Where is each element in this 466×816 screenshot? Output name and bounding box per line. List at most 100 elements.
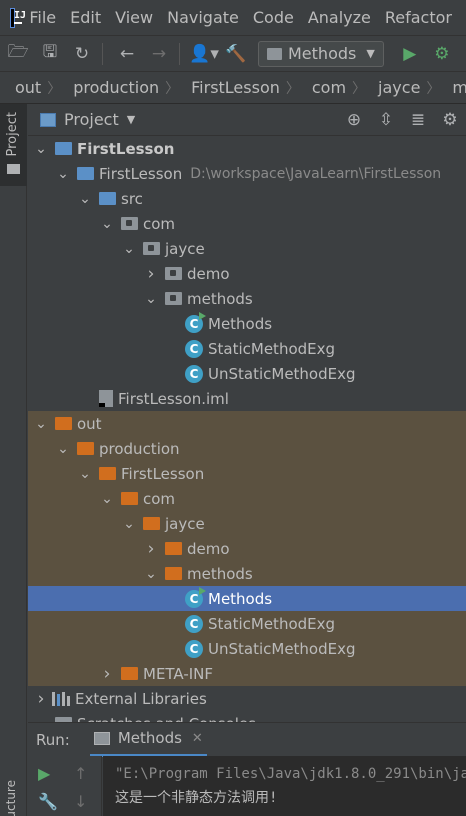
gear-icon[interactable]: ⚙ [434, 110, 466, 130]
class-main-icon: C [185, 586, 206, 608]
tree-item-label: Scratches and Consoles [77, 715, 256, 723]
tree-item[interactable]: › META-INF [28, 661, 466, 686]
tree-item-label: production [99, 439, 180, 458]
excluded-folder-icon [77, 442, 94, 455]
chevron-down-icon[interactable]: ⌄ [34, 141, 48, 157]
run-panel-actions: ▶ ↑ 🔧 ↓ [28, 756, 102, 816]
tree-item[interactable]: › demo [28, 536, 466, 561]
module-folder-icon [55, 142, 72, 155]
wrench-icon[interactable]: 🔧 [38, 792, 58, 811]
locate-target-icon[interactable]: ⊕ [338, 110, 370, 130]
console-icon [93, 731, 110, 745]
chevron-down-icon[interactable]: ⌄ [144, 566, 158, 582]
save-icon[interactable]: 🖫 [36, 40, 64, 68]
project-tool-tab[interactable]: Project [0, 104, 27, 186]
tree-item[interactable]: ⌄ FirstLesson [28, 461, 466, 486]
tree-item-label: Methods [208, 589, 273, 608]
tree-item[interactable]: ⌄ production [28, 436, 466, 461]
tree-item[interactable]: ⌄ FirstLesson [28, 136, 466, 161]
class-icon: C [185, 639, 203, 658]
tree-item[interactable]: C StaticMethodExg [28, 611, 466, 636]
excluded-folder-icon [55, 417, 72, 430]
structure-tool-tab[interactable]: ucture [4, 780, 18, 816]
tree-item[interactable]: ⌄ com [28, 486, 466, 511]
breadcrumb-com[interactable]: com [312, 78, 346, 97]
tree-item[interactable]: ⌄ com [28, 211, 466, 236]
breadcrumb-out[interactable]: out [15, 78, 41, 97]
chevron-down-icon[interactable]: ⌄ [122, 516, 136, 532]
chevron-right-icon: 〉 [47, 80, 62, 97]
tree-item-label: demo [187, 264, 230, 283]
tree-item[interactable]: Scratches and Consoles [28, 711, 466, 722]
build-hammer-icon[interactable]: 🔨 [222, 40, 250, 68]
chevron-down-icon[interactable]: ⌄ [122, 241, 136, 257]
package-folder-icon [143, 242, 160, 255]
breadcrumb-jayce[interactable]: jayce [378, 78, 420, 97]
debug-icon[interactable]: ⚙ [428, 40, 456, 68]
menu-analyze[interactable]: Analyze [308, 8, 371, 27]
tree-item[interactable]: C Methods [28, 311, 466, 336]
chevron-down-icon[interactable]: ▼ [127, 113, 135, 126]
class-main-icon: C [185, 311, 206, 333]
close-icon[interactable]: ✕ [192, 731, 203, 746]
forward-arrow-icon[interactable]: → [145, 40, 173, 68]
tree-item-path: D:\workspace\JavaLearn\FirstLesson [190, 165, 442, 182]
expand-all-icon[interactable]: ⇳ [370, 110, 402, 130]
menu-file[interactable]: File [29, 8, 56, 27]
menu-view[interactable]: View [115, 8, 153, 27]
tree-item[interactable]: C UnStaticMethodExg [28, 361, 466, 386]
run-config-dropdown[interactable]: Methods ▼ [258, 40, 384, 67]
tree-item-label: UnStaticMethodExg [208, 364, 356, 383]
chevron-right-icon[interactable]: › [144, 539, 158, 559]
chevron-down-icon[interactable]: ⌄ [78, 466, 92, 482]
menu-code[interactable]: Code [253, 8, 294, 27]
breadcrumb-firstlesson[interactable]: FirstLesson [191, 78, 280, 97]
tree-item[interactable]: C StaticMethodExg [28, 336, 466, 361]
scroll-down-icon[interactable]: ↓ [74, 792, 87, 811]
folder-icon [7, 164, 20, 174]
chevron-down-icon[interactable]: ⌄ [34, 416, 48, 432]
tree-item[interactable]: FirstLesson.iml [28, 386, 466, 411]
menu-navigate[interactable]: Navigate [167, 8, 239, 27]
chevron-right-icon: 〉 [165, 80, 180, 97]
menu-refactor[interactable]: Refactor [385, 8, 452, 27]
chevron-right-icon[interactable]: › [34, 689, 48, 709]
chevron-down-icon[interactable]: ⌄ [78, 191, 92, 207]
open-folder-icon[interactable]: 🗁 [4, 40, 32, 68]
tree-item[interactable]: › External Libraries [28, 686, 466, 711]
menu-edit[interactable]: Edit [70, 8, 101, 27]
run-tab-methods[interactable]: Methods ✕ [89, 723, 207, 757]
tree-item[interactable]: › demo [28, 261, 466, 286]
tree-item[interactable]: C Methods [28, 586, 466, 611]
tree-item[interactable]: ⌄ src [28, 186, 466, 211]
breadcrumb-methods[interactable]: methods [452, 78, 466, 97]
back-arrow-icon[interactable]: ← [113, 40, 141, 68]
chevron-down-icon[interactable]: ⌄ [56, 166, 70, 182]
user-dropdown-icon[interactable]: 👤▾ [189, 40, 219, 68]
collapse-all-icon[interactable]: ≣ [402, 110, 434, 130]
tree-item-label: External Libraries [75, 689, 207, 708]
tree-item[interactable]: C UnStaticMethodExg [28, 636, 466, 661]
chevron-down-icon[interactable]: ⌄ [56, 441, 70, 457]
breadcrumb-production[interactable]: production [73, 78, 159, 97]
tree-item-label: src [121, 189, 143, 208]
chevron-right-icon[interactable]: › [144, 264, 158, 284]
tree-item[interactable]: ⌄ methods [28, 286, 466, 311]
project-panel-title[interactable]: Project [64, 110, 119, 129]
chevron-right-icon[interactable]: › [100, 664, 114, 684]
tree-item[interactable]: ⌄ out [28, 411, 466, 436]
scroll-up-icon[interactable]: ↑ [74, 764, 87, 783]
tree-item[interactable]: ⌄ FirstLesson D:\workspace\JavaLearn\First… [28, 161, 466, 186]
excluded-folder-icon [121, 492, 138, 505]
chevron-down-icon[interactable]: ⌄ [100, 491, 114, 507]
tree-item[interactable]: ⌄ jayce [28, 511, 466, 536]
chevron-down-icon[interactable]: ⌄ [100, 216, 114, 232]
run-icon[interactable]: ▶ [396, 40, 424, 68]
sync-icon[interactable]: ↻ [68, 40, 96, 68]
rerun-icon[interactable]: ▶ [38, 764, 50, 783]
tree-item[interactable]: ⌄ jayce [28, 236, 466, 261]
chevron-down-icon[interactable]: ⌄ [144, 291, 158, 307]
excluded-folder-icon [143, 517, 160, 530]
console-output[interactable]: "E:\Program Files\Java\jdk1.8.0_291\bin\… [103, 756, 466, 816]
tree-item[interactable]: ⌄ methods [28, 561, 466, 586]
